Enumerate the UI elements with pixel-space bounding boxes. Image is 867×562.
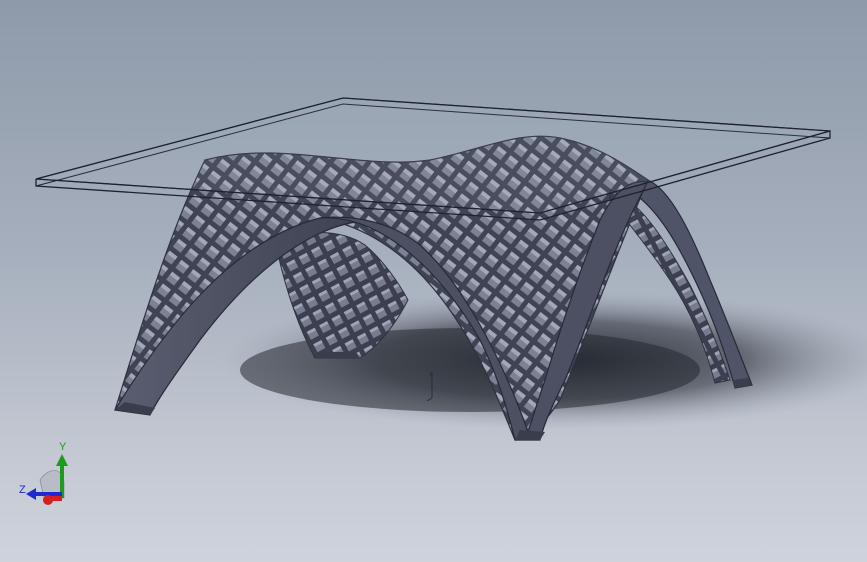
reference-triad[interactable]: Y Z <box>14 436 78 512</box>
graphics-viewport[interactable]: Y Z <box>0 0 867 562</box>
triad-y-label: Y <box>59 441 67 453</box>
origin-icon <box>426 371 433 402</box>
arch-foot-back <box>315 352 360 358</box>
triad-z-label: Z <box>19 484 26 496</box>
model-view[interactable] <box>0 0 867 562</box>
triad-axes-icon <box>26 454 68 505</box>
glass-top[interactable] <box>35 97 831 214</box>
